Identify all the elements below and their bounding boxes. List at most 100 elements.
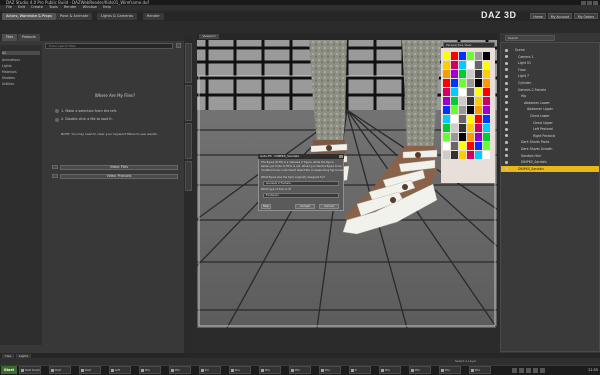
tray-icon[interactable] [526,367,531,373]
scene-tree-item[interactable]: Hip [501,93,599,99]
color-swatch[interactable] [459,79,466,87]
3d-viewport[interactable] [197,40,497,328]
color-swatch[interactable] [443,151,450,159]
color-swatch[interactable] [443,97,450,105]
color-swatch[interactable] [459,142,466,150]
color-swatch[interactable] [475,151,482,159]
color-swatch[interactable] [443,142,450,150]
menu-edit[interactable]: Edit [18,5,25,10]
close-icon[interactable] [593,0,598,5]
taskbar-item[interactable]: Pho [439,366,461,374]
color-swatch[interactable] [483,115,490,123]
color-swatch[interactable] [451,133,458,141]
color-swatch[interactable] [475,115,482,123]
scene-tree-item[interactable]: Dark Shorts Pants [501,139,599,145]
color-swatch[interactable] [451,115,458,123]
tab-files[interactable]: Files [2,34,17,41]
taskbar-item[interactable]: Gift [109,366,131,374]
color-swatch[interactable] [483,133,490,141]
taskbar-item[interactable]: DAZ [49,366,71,374]
taskbar-item[interactable]: DAZ [79,366,101,374]
color-swatch[interactable] [483,88,490,96]
visibility-eye-icon[interactable] [505,127,508,131]
color-swatch[interactable] [467,106,474,114]
color-swatch[interactable] [459,61,466,69]
menu-help[interactable]: Help [103,5,111,10]
color-swatch[interactable] [459,70,466,78]
scene-tree-item[interactable]: Floor [501,67,599,73]
tab-lights-cameras[interactable]: Lights & Cameras [97,13,137,20]
color-swatch[interactable] [475,106,482,114]
color-swatch-panel[interactable] [441,48,495,183]
taskbar-item[interactable]: P [349,366,371,374]
color-swatch[interactable] [467,61,474,69]
color-swatch[interactable] [483,79,490,87]
color-swatch[interactable] [475,61,482,69]
color-swatch[interactable] [475,97,482,105]
tray-icon[interactable] [533,367,538,373]
my-account-button[interactable]: My Account [548,13,572,19]
taskbar-item[interactable]: Pho [259,366,281,374]
color-swatch[interactable] [467,79,474,87]
color-swatch[interactable] [459,124,466,132]
color-swatch[interactable] [451,52,458,60]
color-swatch[interactable] [483,52,490,60]
file-search-input[interactable]: Enter search filter [45,43,173,49]
cancel-button[interactable]: Cancel [319,204,339,209]
color-swatch[interactable] [443,61,450,69]
color-swatch[interactable] [443,79,450,87]
side-tab[interactable] [185,85,192,121]
color-swatch[interactable] [451,124,458,132]
scene-tree-item[interactable]: Chest Upper [501,120,599,126]
category-item[interactable]: Shaders [2,76,15,80]
my-orders-button[interactable]: My Orders [574,13,598,19]
visibility-eye-icon[interactable] [505,147,508,151]
visibility-eye-icon[interactable] [505,160,508,164]
color-swatch[interactable] [459,151,466,159]
taskbar-item[interactable]: Ed [199,366,221,374]
color-swatch[interactable] [451,70,458,78]
viewport-tab[interactable]: Viewport [199,34,219,39]
tab-render[interactable]: Render [143,13,164,20]
tray-icon[interactable] [512,367,517,373]
category-item[interactable]: Animations [2,58,20,62]
tab-actors-wardrobe-props[interactable]: Actors, Wardrobe & Props [2,13,56,20]
scene-tree-item[interactable]: Chest Lower [501,113,599,119]
color-swatch[interactable] [451,106,458,114]
tab-pose-animate[interactable]: Pose & Animate [56,13,93,20]
figure-select[interactable]: Genesis 2 Female [263,181,339,186]
scene-tree-item[interactable]: Light 7 [501,73,599,79]
visibility-eye-icon[interactable] [505,61,508,65]
help-button[interactable]: Help [261,204,271,209]
color-swatch[interactable] [467,142,474,150]
side-tab[interactable] [185,43,192,83]
visibility-eye-icon[interactable] [505,48,508,52]
category-item[interactable]: Materials [2,70,17,74]
color-swatch[interactable] [467,124,474,132]
color-swatch[interactable] [443,52,450,60]
color-swatch[interactable] [451,97,458,105]
scene-tree-item[interactable]: Left Pectoral [501,126,599,132]
color-swatch[interactable] [443,70,450,78]
color-swatch[interactable] [467,151,474,159]
color-swatch[interactable] [451,79,458,87]
color-swatch[interactable] [483,151,490,159]
options-icon[interactable] [176,43,181,48]
visibility-eye-icon[interactable] [505,81,508,85]
maximize-icon[interactable] [587,0,592,5]
visibility-eye-icon[interactable] [505,74,508,78]
color-swatch[interactable] [467,70,474,78]
color-swatch[interactable] [459,52,466,60]
scene-tree-item[interactable]: Dark Shorts Growth [501,146,599,152]
color-swatch[interactable] [451,151,458,159]
color-swatch[interactable] [451,61,458,69]
scene-tree-item[interactable]: Genesis 2 Female [501,87,599,93]
color-swatch[interactable] [483,106,490,114]
scene-tree-item[interactable]: DINPKS_Sandals [501,159,599,165]
scene-tree-item[interactable]: Abdomen Lower [501,100,599,106]
scene-tree-item[interactable]: Scene [501,47,599,53]
color-swatch[interactable] [483,142,490,150]
color-swatch[interactable] [459,106,466,114]
taskbar-item[interactable]: DAZ Studio [19,366,41,374]
visibility-eye-icon[interactable] [505,114,508,118]
